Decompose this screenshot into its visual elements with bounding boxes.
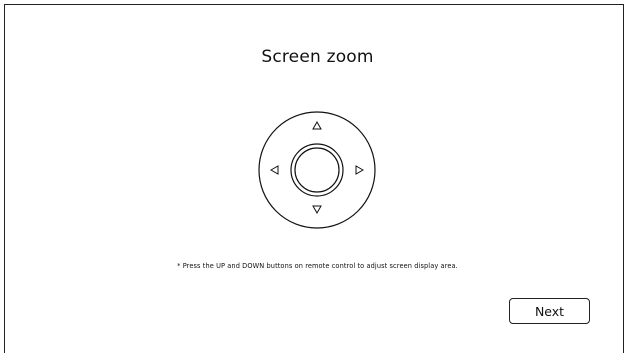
right-arrow-icon xyxy=(355,165,365,175)
instruction-text: * Press the UP and DOWN buttons on remot… xyxy=(177,262,458,270)
page-title: Screen zoom xyxy=(261,47,374,67)
ok-button-outer-ring xyxy=(290,143,344,197)
ok-button xyxy=(294,147,340,193)
left-arrow-icon xyxy=(269,165,279,175)
remote-dpad-icon xyxy=(258,110,378,230)
down-arrow-icon xyxy=(312,205,322,215)
up-arrow-icon xyxy=(312,120,322,130)
next-button[interactable]: Next xyxy=(509,298,590,324)
